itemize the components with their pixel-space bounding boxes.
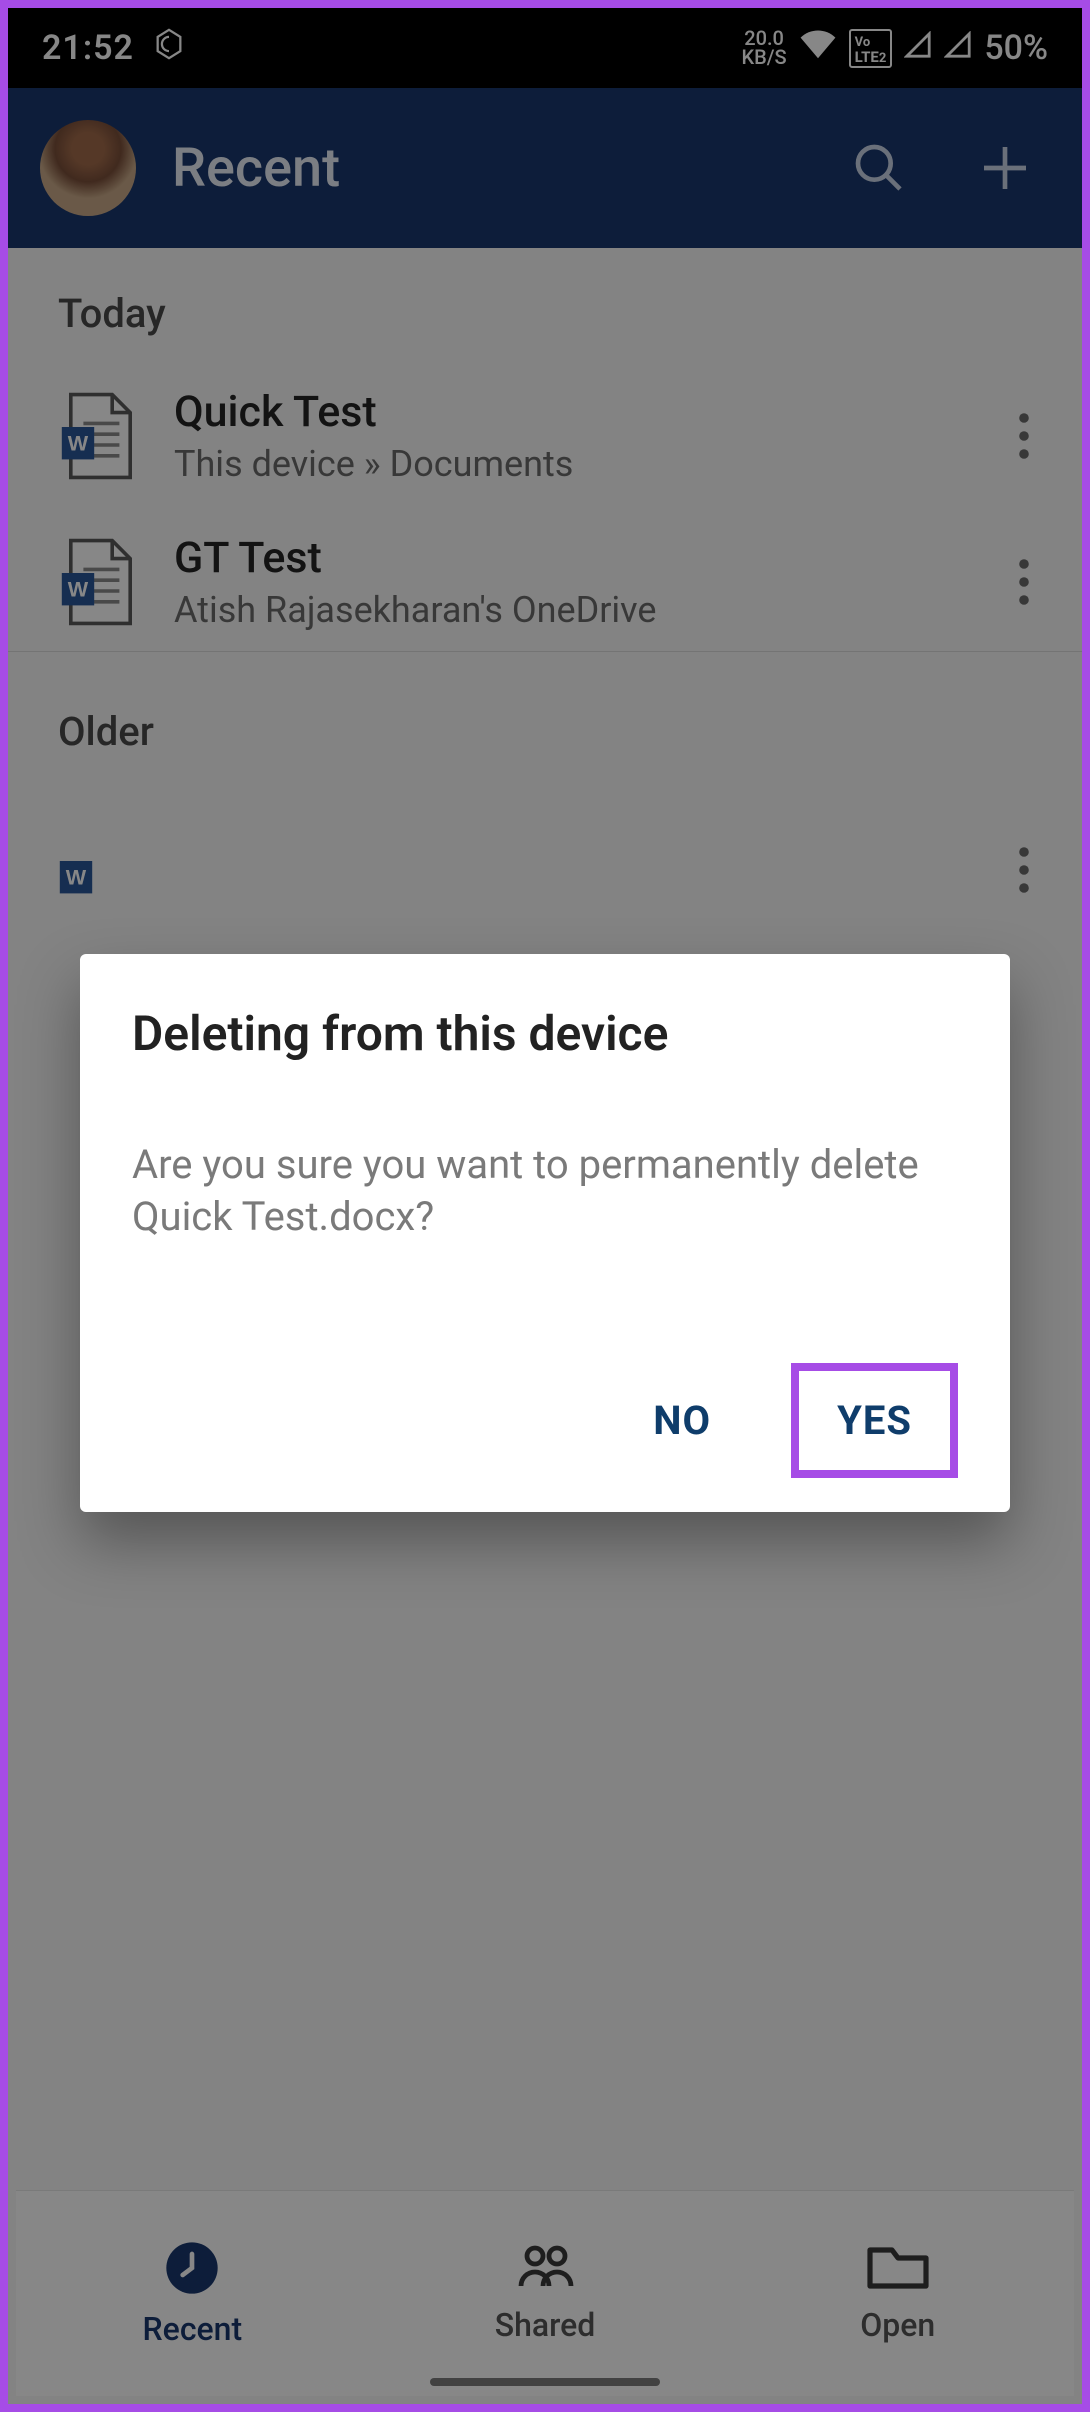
dialog-no-button[interactable]: NO: [615, 1371, 749, 1470]
dialog-message: Are you sure you want to permanently del…: [132, 1139, 958, 1243]
dialog-title: Deleting from this device: [132, 1006, 958, 1061]
delete-confirm-dialog: Deleting from this device Are you sure y…: [80, 954, 1010, 1512]
dialog-yes-button[interactable]: YES: [791, 1363, 958, 1478]
